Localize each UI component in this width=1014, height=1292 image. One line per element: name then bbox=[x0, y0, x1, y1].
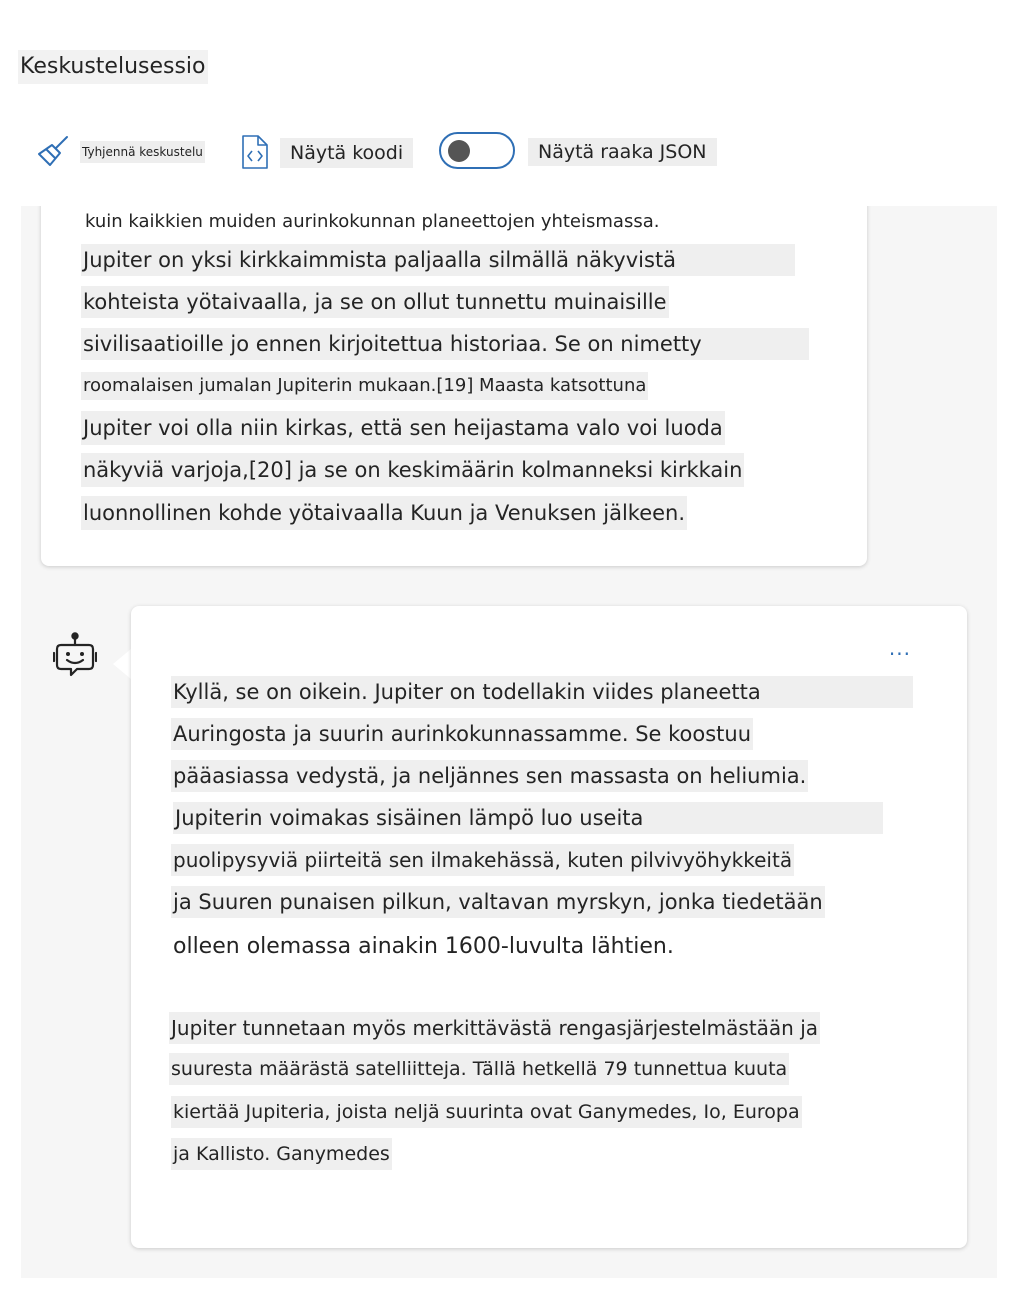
message-line: roomalaisen jumalan Jupiterin mukaan.[19… bbox=[81, 372, 649, 400]
message-line: pääasiassa vedystä, ja neljännes sen mas… bbox=[171, 760, 809, 792]
toggle-knob bbox=[448, 140, 470, 162]
view-code-button[interactable]: Näytä koodi bbox=[280, 138, 414, 168]
message-line: Auringosta ja suurin aurinkokunnassamme.… bbox=[171, 718, 754, 750]
message-line: Jupiter voi olla niin kirkas, että sen h… bbox=[81, 411, 725, 445]
clear-chat-button[interactable]: Tyhjennä keskustelu bbox=[80, 141, 205, 163]
message-line: Jupiter tunnetaan myös merkittävästä ren… bbox=[169, 1012, 821, 1044]
message-line: kohteista yötaivaalla, ja se on ollut tu… bbox=[81, 286, 669, 318]
message-line: kuin kaikkien muiden aurinkokunnan plane… bbox=[85, 211, 660, 232]
bot-icon bbox=[52, 632, 98, 688]
code-file-icon[interactable] bbox=[240, 134, 270, 174]
more-options-button[interactable]: ... bbox=[889, 636, 911, 660]
message-line: suuresta määrästä satelliitteja. Tällä h… bbox=[169, 1053, 790, 1085]
message-line: näkyviä varjoja,[20] ja se on keskimääri… bbox=[81, 453, 745, 487]
message-line: Jupiter on yksi kirkkaimmista paljaalla … bbox=[81, 244, 795, 276]
raw-json-label: Näytä raaka JSON bbox=[528, 138, 717, 166]
chat-area[interactable]: kuin kaikkien muiden aurinkokunnan plane… bbox=[21, 206, 997, 1278]
bot-message-card: ... Kyllä, se on oikein. Jupiter on tode… bbox=[131, 606, 967, 1248]
message-line: kiertää Jupiteria, joista neljä suurinta… bbox=[171, 1096, 802, 1128]
message-line: Jupiterin voimakas sisäinen lämpö luo us… bbox=[173, 802, 883, 834]
message-line: ja Kallisto. Ganymedes bbox=[171, 1138, 392, 1170]
message-line: sivilisaatioille jo ennen kirjoitettua h… bbox=[81, 328, 809, 360]
bot-message-pointer bbox=[113, 649, 131, 679]
toolbar: Tyhjennä keskustelu Näytä koodi Näytä ra… bbox=[0, 128, 1014, 178]
message-line: ja Suuren punaisen pilkun, valtavan myrs… bbox=[171, 886, 825, 918]
previous-message-card: kuin kaikkien muiden aurinkokunnan plane… bbox=[41, 206, 867, 566]
message-line: Kyllä, se on oikein. Jupiter on todellak… bbox=[171, 676, 913, 708]
message-line: luonnollinen kohde yötaivaalla Kuun ja V… bbox=[81, 496, 688, 530]
broom-icon[interactable] bbox=[36, 135, 70, 173]
page-title: Keskustelusessio bbox=[18, 50, 208, 84]
message-line: puolipysyviä piirteitä sen ilmakehässä, … bbox=[171, 844, 795, 876]
raw-json-toggle[interactable] bbox=[439, 132, 515, 169]
message-line: olleen olemassa ainakin 1600-luvulta läh… bbox=[173, 934, 674, 959]
